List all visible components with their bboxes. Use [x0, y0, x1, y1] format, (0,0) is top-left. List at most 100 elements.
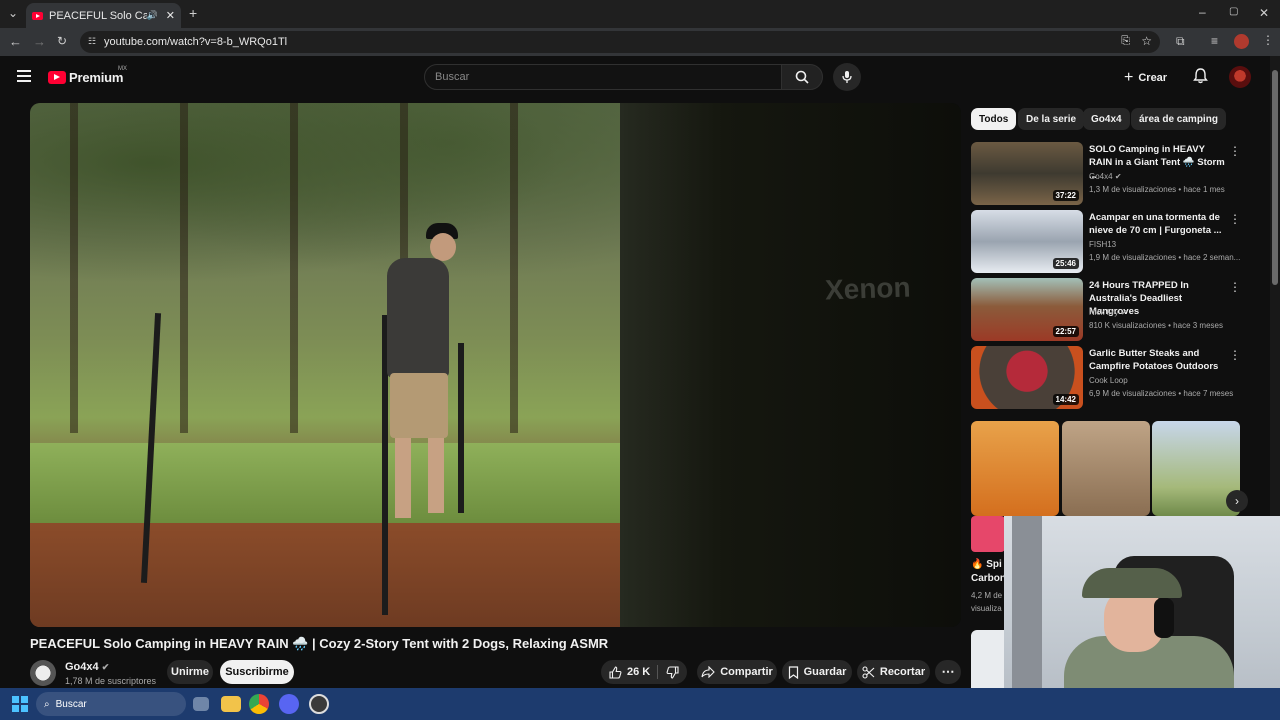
- create-label: Crear: [1138, 72, 1168, 84]
- share-button[interactable]: Compartir: [697, 660, 777, 684]
- share-icon: [701, 666, 715, 678]
- notifications-bell-icon[interactable]: [1193, 68, 1208, 89]
- install-app-icon[interactable]: ⎘: [1121, 35, 1130, 48]
- short-thumbnail[interactable]: [971, 421, 1059, 516]
- microphone-icon: [842, 71, 852, 83]
- video-thumbnail[interactable]: 14:42: [971, 346, 1083, 409]
- extensions-icon[interactable]: ⧉: [1176, 35, 1185, 47]
- recommendation-meta: 6,9 M de visualizaciones • hace 7 meses: [1089, 389, 1234, 398]
- maximize-icon[interactable]: ▢: [1229, 7, 1238, 17]
- short-title-line2[interactable]: Carbon: [971, 573, 1006, 584]
- taskbar-search-label: Buscar: [55, 698, 87, 710]
- tab-search-icon[interactable]: ⌄: [8, 7, 18, 19]
- more-vertical-icon[interactable]: ⋮: [1229, 212, 1241, 228]
- logo-text: Premium: [69, 70, 124, 85]
- more-actions-button[interactable]: ⋯: [935, 660, 961, 684]
- browser-tab-bar: ⌄ PEACEFUL Solo Camping in 🔊 ✕ + – ▢ ✕: [0, 0, 1280, 28]
- minimize-icon[interactable]: –: [1199, 6, 1206, 18]
- recommendation-channel[interactable]: Cook Loop: [1089, 376, 1128, 385]
- pine-needles-ground: [30, 523, 630, 627]
- recommendation-meta: 1,9 M de visualizaciones • hace 2 seman.…: [1089, 253, 1241, 262]
- audio-icon[interactable]: 🔊: [147, 10, 158, 21]
- recommendation-channel[interactable]: FISH13: [1089, 240, 1116, 249]
- recommendation-item[interactable]: 14:42 Garlic Butter Steaks and Campfire …: [971, 346, 1251, 410]
- scrollbar-thumb[interactable]: [1272, 70, 1278, 285]
- video-thumbnail[interactable]: 22:57: [971, 278, 1083, 341]
- webcam-headset: [1154, 598, 1174, 638]
- channel-avatar[interactable]: [30, 660, 56, 686]
- new-tab-icon[interactable]: +: [189, 6, 197, 20]
- channel-name[interactable]: Go4x4 ✔: [65, 661, 109, 673]
- windows-start-icon[interactable]: [12, 696, 28, 712]
- channel-text: Go4x4: [1089, 172, 1113, 181]
- clip-button[interactable]: Recortar: [857, 660, 930, 684]
- person-head: [430, 233, 456, 261]
- more-vertical-icon[interactable]: ⋮: [1229, 144, 1241, 160]
- task-view-icon[interactable]: [193, 697, 209, 711]
- thumbs-down-icon[interactable]: [666, 666, 679, 679]
- profile-avatar[interactable]: [1234, 34, 1249, 49]
- shorts-next-icon[interactable]: ›: [1226, 490, 1248, 512]
- address-bar[interactable]: ☷ youtube.com/watch?v=8-b_WRQo1Tl ⎘ ☆: [80, 31, 1160, 53]
- reload-icon[interactable]: ↻: [57, 35, 67, 47]
- subscriber-count: 1,78 M de suscriptores: [65, 676, 157, 686]
- window-close-icon[interactable]: ✕: [1259, 7, 1269, 19]
- chip-all[interactable]: Todos: [971, 108, 1017, 130]
- channel-name-text: Go4x4: [65, 661, 99, 673]
- browser-tab[interactable]: PEACEFUL Solo Camping in 🔊 ✕: [26, 3, 181, 28]
- chrome-icon[interactable]: [249, 694, 269, 714]
- recommendation-item[interactable]: 25:46 Acampar en una tormenta de nieve d…: [971, 210, 1251, 274]
- recommendation-channel[interactable]: Nick Fry ✔: [1089, 308, 1127, 317]
- bookmark-star-icon[interactable]: ☆: [1141, 34, 1152, 48]
- chip-camping[interactable]: área de camping: [1131, 108, 1226, 130]
- browser-menu-icon[interactable]: ⋮: [1262, 34, 1274, 46]
- taskbar-search[interactable]: ⌕ Buscar: [36, 692, 186, 716]
- url-text: youtube.com/watch?v=8-b_WRQo1Tl: [104, 36, 288, 48]
- hamburger-menu-icon[interactable]: [17, 70, 31, 82]
- user-avatar[interactable]: [1229, 66, 1251, 88]
- person-leg: [395, 438, 411, 518]
- thumbs-up-icon: [609, 665, 622, 679]
- recommendation-title[interactable]: Garlic Butter Steaks and Campfire Potato…: [1089, 347, 1229, 373]
- search-input[interactable]: Buscar: [424, 64, 782, 90]
- more-horizontal-icon: ⋯: [941, 664, 955, 679]
- duration-badge: 25:46: [1052, 258, 1079, 269]
- obs-icon[interactable]: [309, 694, 329, 714]
- back-icon[interactable]: ←: [9, 35, 22, 48]
- video-player[interactable]: Xenon: [30, 103, 961, 627]
- short-views: 4,2 M de: [971, 591, 1003, 600]
- short-title[interactable]: 🔥 Spi: [971, 559, 1002, 570]
- tent-brand-text: Xenon: [824, 271, 912, 306]
- recommendation-title[interactable]: Acampar en una tormenta de nieve de 70 c…: [1089, 211, 1229, 237]
- more-vertical-icon[interactable]: ⋮: [1229, 348, 1241, 364]
- more-vertical-icon[interactable]: ⋮: [1229, 280, 1241, 296]
- tent-pole-center: [458, 343, 464, 513]
- media-controls-icon[interactable]: ≡: [1211, 35, 1218, 47]
- youtube-premium-logo[interactable]: Premium MX: [48, 66, 127, 85]
- tab-close-icon[interactable]: ✕: [166, 9, 175, 22]
- save-button[interactable]: Guardar: [782, 660, 852, 684]
- video-thumbnail[interactable]: 37:22: [971, 142, 1083, 205]
- search-button[interactable]: [781, 64, 823, 90]
- discord-icon[interactable]: [279, 694, 299, 714]
- forward-icon[interactable]: →: [33, 35, 46, 48]
- verified-icon: ✔: [101, 662, 110, 672]
- chip-channel[interactable]: Go4x4: [1083, 108, 1130, 130]
- chip-series[interactable]: De la serie: [1018, 108, 1085, 130]
- recommendation-item[interactable]: 37:22 SOLO Camping in HEAVY RAIN in a Gi…: [971, 142, 1251, 206]
- short-thumbnail[interactable]: [1062, 421, 1150, 516]
- recommendation-item[interactable]: 22:57 24 Hours TRAPPED In Australia's De…: [971, 278, 1251, 342]
- recommendation-channel[interactable]: Go4x4 ✔: [1089, 172, 1122, 181]
- join-button[interactable]: Unirme: [167, 660, 213, 684]
- forest-trees: [30, 103, 630, 433]
- create-button[interactable]: + Crear: [1124, 67, 1167, 89]
- subscribe-button[interactable]: Suscribirme: [220, 660, 294, 684]
- voice-search-button[interactable]: [833, 63, 861, 91]
- webcam-background-door: [1012, 516, 1042, 688]
- video-title: PEACEFUL Solo Camping in HEAVY RAIN 🌧️ |…: [30, 636, 609, 651]
- video-thumbnail[interactable]: 25:46: [971, 210, 1083, 273]
- short-thumbnail[interactable]: [971, 516, 1005, 552]
- site-info-icon[interactable]: ☷: [88, 36, 96, 47]
- file-explorer-icon[interactable]: [221, 696, 241, 712]
- like-button[interactable]: 26 K: [601, 660, 687, 684]
